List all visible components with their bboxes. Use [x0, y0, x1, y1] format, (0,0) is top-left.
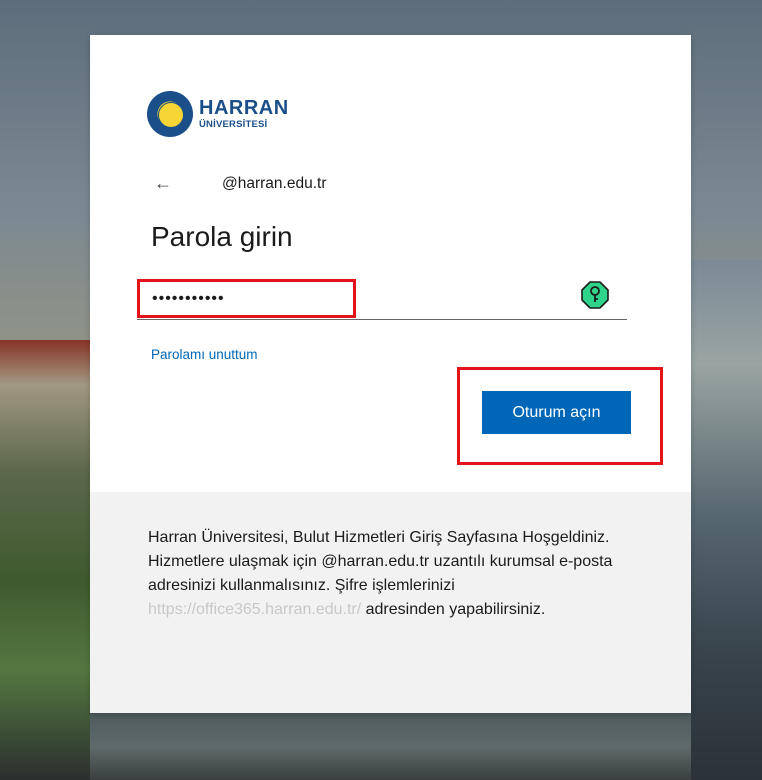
signin-button[interactable]: Oturum açın	[482, 391, 631, 434]
university-seal-icon	[147, 91, 193, 137]
background-scenery-left	[0, 340, 90, 780]
footer-description: Harran Üniversitesi, Bulut Hizmetleri Gi…	[148, 526, 648, 622]
background-scenery-bottom	[90, 713, 691, 780]
page-title: Parola girin	[151, 221, 293, 252]
office365-link[interactable]: https://office365.harran.edu.tr/	[148, 601, 361, 618]
footer-text-before: Harran Üniversitesi, Bulut Hizmetleri Gi…	[148, 529, 613, 594]
logo-subtitle: ÜNİVERSİTESİ	[199, 119, 268, 131]
logo-text: HARRAN ÜNİVERSİTESİ	[199, 98, 289, 130]
signin-card: HARRAN ÜNİVERSİTESİ ← @harran.edu.tr Par…	[90, 35, 691, 713]
password-input[interactable]	[137, 281, 582, 317]
identity-row: ← @harran.edu.tr	[154, 173, 326, 194]
identity-email: @harran.edu.tr	[222, 174, 327, 192]
university-logo: HARRAN ÜNİVERSİTESİ	[147, 91, 289, 137]
password-underline	[137, 319, 627, 320]
background-scenery-right	[691, 260, 762, 780]
logo-title: HARRAN	[199, 97, 289, 120]
password-field-wrap	[137, 281, 627, 320]
key-icon[interactable]	[581, 281, 609, 309]
arrow-left-icon[interactable]: ←	[154, 173, 178, 194]
forgot-password-link[interactable]: Parolamı unuttum	[151, 347, 258, 362]
footer-text-after: adresinden yapabilirsiniz.	[361, 601, 546, 618]
